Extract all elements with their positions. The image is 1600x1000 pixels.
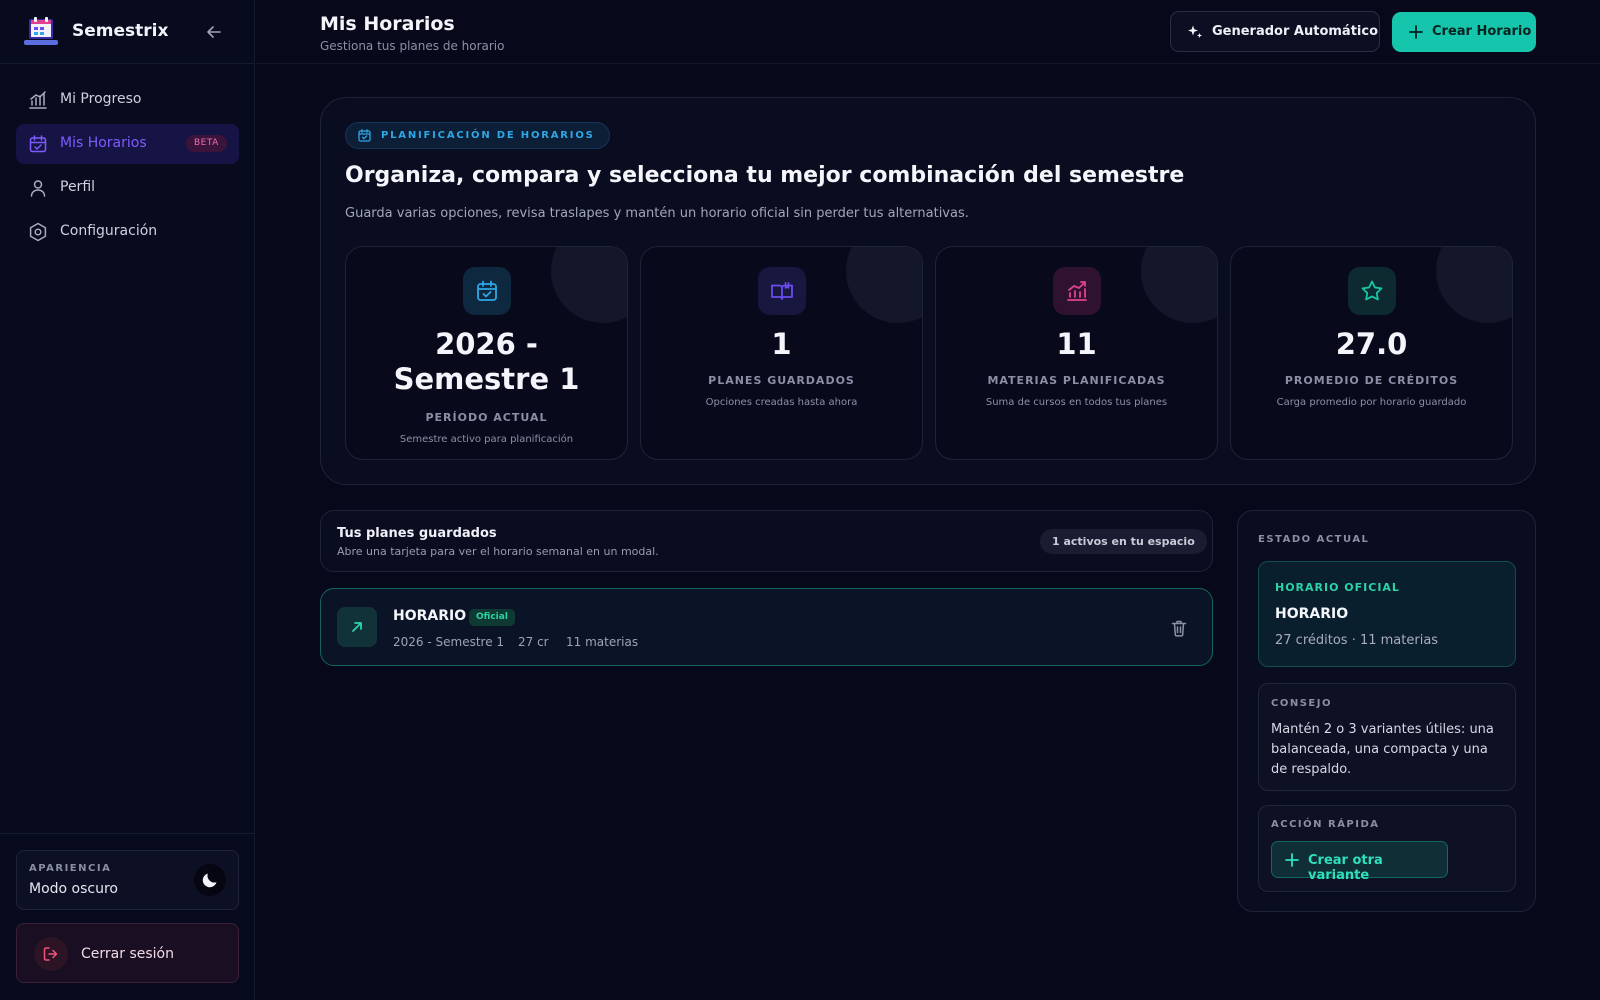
- planning-pill: PLANIFICACIÓN DE HORARIOS: [345, 122, 610, 149]
- create-variant-label: Crear otra variante: [1308, 853, 1383, 883]
- official-details: 27 créditos · 11 materias: [1275, 633, 1439, 648]
- decorative-circle: [846, 247, 922, 323]
- stat-description: Opciones creadas hasta ahora: [705, 397, 858, 408]
- stat-icon-box: [1053, 267, 1101, 315]
- logout-icon-wrap: [34, 937, 68, 971]
- sidebar-divider: [0, 833, 255, 834]
- planning-hero-panel: PLANIFICACIÓN DE HORARIOS Organiza, comp…: [320, 97, 1536, 485]
- plan-card[interactable]: HORARIO Oficial 2026 - Semestre 1 27 cr …: [320, 588, 1213, 666]
- auto-generator-button[interactable]: Generador Automático: [1170, 11, 1380, 52]
- sidebar-item-label: Configuración: [60, 223, 158, 239]
- page-title: Mis Horarios: [320, 13, 455, 35]
- stat-value: 11: [1056, 327, 1097, 361]
- sidebar-item-label: Mi Progreso: [60, 91, 142, 107]
- stat-caption: PERÍODO ACTUAL: [425, 411, 548, 424]
- tip-caption: CONSEJO: [1271, 698, 1332, 709]
- sidebar-item-label: Perfil: [60, 179, 96, 195]
- sidebar: Semestrix Mi Progreso Mis Horarios BETA …: [0, 0, 255, 1000]
- saved-plans-subtitle: Abre una tarjeta para ver el horario sem…: [337, 545, 659, 558]
- stat-caption: PLANES GUARDADOS: [708, 374, 855, 387]
- hero-subtitle: Guarda varias opciones, revisa traslapes…: [345, 206, 969, 221]
- stat-description: Suma de cursos en todos tus planes: [985, 397, 1168, 408]
- appearance-card: APARIENCIA Modo oscuro: [16, 850, 239, 910]
- calendar-check-icon: [29, 135, 47, 153]
- stat-value: 2026 - Semestre 1: [393, 327, 580, 396]
- stat-card-plans: 1 PLANES GUARDADOS Opciones creadas hast…: [640, 246, 923, 460]
- current-state-panel: ESTADO ACTUAL HORARIO OFICIAL HORARIO 27…: [1237, 510, 1536, 912]
- auto-generator-label: Generador Automático: [1212, 24, 1379, 39]
- logout-icon: [43, 947, 58, 961]
- page-subtitle: Gestiona tus planes de horario: [320, 39, 505, 53]
- create-variant-button[interactable]: Crear otra variante: [1271, 841, 1448, 883]
- decorative-circle: [1141, 247, 1217, 323]
- stat-icon-box: [758, 267, 806, 315]
- open-book-icon: [771, 282, 793, 300]
- official-name: HORARIO: [1275, 606, 1349, 622]
- active-count-badge: 1 activos en tu espacio: [1040, 529, 1207, 554]
- settings-hexagon-icon: [29, 222, 47, 242]
- sidebar-item-label: Mis Horarios: [60, 135, 147, 151]
- stat-caption: PROMEDIO DE CRÉDITOS: [1284, 374, 1459, 387]
- tip-text: Mantén 2 o 3 variantes útiles: una balan…: [1271, 722, 1494, 777]
- moon-icon: [202, 873, 217, 888]
- calendar-icon: [358, 129, 371, 142]
- official-schedule-card: HORARIO OFICIAL HORARIO 27 créditos · 11…: [1258, 561, 1516, 667]
- beta-badge: BETA: [186, 135, 227, 152]
- arrow-left-icon[interactable]: [204, 22, 224, 42]
- saved-plans-header: Tus planes guardados Abre una tarjeta pa…: [320, 510, 1213, 572]
- stat-card-period: 2026 - Semestre 1 PERÍODO ACTUAL Semestr…: [345, 246, 628, 460]
- sidebar-item-mis-horarios[interactable]: Mis Horarios BETA: [16, 124, 239, 164]
- theme-toggle-button[interactable]: [194, 864, 226, 896]
- chart-up-icon: [1067, 281, 1087, 301]
- star-icon: [1361, 280, 1383, 301]
- sidebar-item-configuracion[interactable]: Configuración: [16, 212, 239, 252]
- stat-description: Carga promedio por horario guardado: [1276, 397, 1467, 408]
- chart-bars-icon: [29, 91, 47, 109]
- stat-icon-box: [1348, 267, 1396, 315]
- app-name: Semestrix: [72, 21, 169, 41]
- appearance-value: Modo oscuro: [29, 881, 118, 897]
- plan-period: 2026 - Semestre 1: [393, 635, 505, 649]
- stat-card-subjects: 11 MATERIAS PLANIFICADAS Suma de cursos …: [935, 246, 1218, 460]
- sidebar-item-perfil[interactable]: Perfil: [16, 168, 239, 208]
- quick-caption: ACCIÓN RÁPIDA: [1271, 819, 1380, 830]
- plus-icon: [1409, 25, 1423, 39]
- plus-icon: [1285, 853, 1299, 867]
- planning-pill-label: PLANIFICACIÓN DE HORARIOS: [381, 130, 595, 141]
- logout-button[interactable]: Cerrar sesión: [16, 923, 239, 983]
- plan-credits: 27 cr: [518, 635, 549, 649]
- calendar-check-icon: [477, 280, 497, 301]
- decorative-circle: [1436, 247, 1512, 323]
- tip-card: CONSEJO Mantén 2 o 3 variantes útiles: u…: [1258, 683, 1516, 791]
- create-schedule-button[interactable]: Crear Horario: [1392, 12, 1536, 52]
- stat-caption: MATERIAS PLANIFICADAS: [987, 374, 1166, 387]
- arrow-up-right-icon: [352, 622, 362, 632]
- plan-subjects: 11 materias: [566, 635, 639, 649]
- official-badge: Oficial: [469, 609, 515, 626]
- user-icon: [30, 180, 46, 197]
- trash-icon[interactable]: [1169, 618, 1189, 638]
- sparkles-icon: [1188, 25, 1202, 38]
- stat-description: Semestre activo para planificación: [399, 434, 574, 445]
- appearance-caption: APARIENCIA: [29, 863, 112, 874]
- stat-value: 27.0: [1335, 327, 1408, 361]
- official-caption: HORARIO OFICIAL: [1275, 581, 1400, 594]
- quick-action-card: ACCIÓN RÁPIDA Crear otra variante: [1258, 805, 1516, 892]
- state-caption: ESTADO ACTUAL: [1258, 534, 1370, 545]
- create-schedule-label: Crear Horario: [1432, 24, 1532, 39]
- top-header: Mis Horarios Gestiona tus planes de hora…: [256, 0, 1600, 64]
- open-plan-button[interactable]: [337, 607, 377, 647]
- stat-card-credits: 27.0 PROMEDIO DE CRÉDITOS Carga promedio…: [1230, 246, 1513, 460]
- logout-label: Cerrar sesión: [81, 946, 174, 962]
- sidebar-item-mi-progreso[interactable]: Mi Progreso: [16, 80, 239, 120]
- laptop-calendar-logo-icon: [24, 17, 58, 45]
- stat-icon-box: [463, 267, 511, 315]
- hero-title: Organiza, compara y selecciona tu mejor …: [345, 163, 1185, 188]
- stat-value: 1: [771, 327, 792, 361]
- brand: Semestrix: [0, 0, 255, 64]
- saved-plans-title: Tus planes guardados: [337, 526, 497, 541]
- decorative-circle: [551, 247, 627, 323]
- plan-name: HORARIO: [393, 608, 467, 624]
